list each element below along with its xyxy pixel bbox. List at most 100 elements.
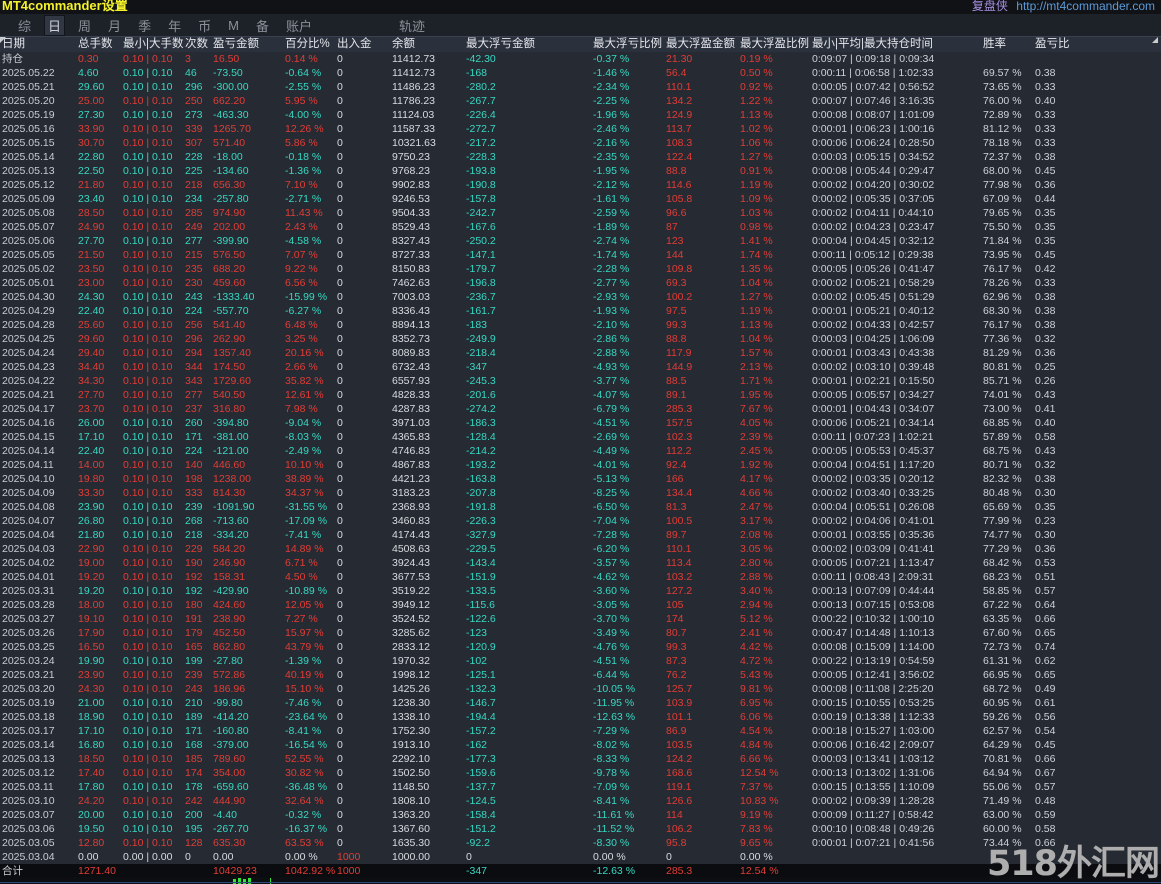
table-row[interactable]: 2025.03.2024.300.10 | 0.10243186.9615.10… (0, 682, 1161, 696)
table-row[interactable]: 2025.05.2025.000.10 | 0.10250662.205.95 … (0, 94, 1161, 108)
cell-14: 0.66 (1035, 752, 1161, 766)
table-row[interactable]: 2025.05.0923.400.10 | 0.10234-257.80-2.7… (0, 192, 1161, 206)
menu-item-account[interactable]: 账户 (282, 15, 316, 36)
table-row[interactable]: 2025.05.224.600.10 | 0.1046-73.50-0.64 %… (0, 66, 1161, 80)
table-row[interactable]: 2025.03.3119.200.10 | 0.10192-429.90-10.… (0, 584, 1161, 598)
column-header-13[interactable]: 胜率 (983, 37, 1035, 52)
table-row[interactable]: 2025.04.0322.900.10 | 0.10229584.2014.89… (0, 542, 1161, 556)
table-row[interactable]: 2025.05.0223.500.10 | 0.10235688.209.22 … (0, 262, 1161, 276)
cell-1: 17.10 (78, 430, 123, 444)
column-header-3[interactable]: 次数 (185, 37, 213, 52)
table-row[interactable]: 2025.03.1318.500.10 | 0.10185789.6052.55… (0, 752, 1161, 766)
table-row[interactable]: 2025.03.1717.100.10 | 0.10171-160.80-8.4… (0, 724, 1161, 738)
column-header-2[interactable]: 最小|大手数 (123, 37, 185, 52)
table-row[interactable]: 2025.04.0823.900.10 | 0.10239-1091.90-31… (0, 500, 1161, 514)
table-row[interactable]: 2025.03.0720.000.10 | 0.10200-4.40-0.32 … (0, 808, 1161, 822)
column-header-10[interactable]: 最大浮盈金额 (666, 37, 740, 52)
menu-item-summary[interactable]: 综 (14, 15, 35, 36)
column-header-5[interactable]: 百分比% (285, 37, 337, 52)
menu-item-yearly[interactable]: 年 (164, 15, 185, 36)
column-header-0[interactable]: 日期 (0, 37, 78, 52)
brand-url-link[interactable]: http://mt4commander.com (1016, 0, 1155, 13)
table-row[interactable]: 2025.05.1927.300.10 | 0.10273-463.30-4.0… (0, 108, 1161, 122)
table-row[interactable]: 2025.04.2429.400.10 | 0.102941357.4020.1… (0, 346, 1161, 360)
table-row[interactable]: 2025.04.1723.700.10 | 0.10237316.807.98 … (0, 402, 1161, 416)
table-row[interactable]: 2025.05.1633.900.10 | 0.103391265.7012.2… (0, 122, 1161, 136)
table-row[interactable]: 2025.04.2825.600.10 | 0.10256541.406.48 … (0, 318, 1161, 332)
table-row[interactable]: 2025.04.2127.700.10 | 0.10277540.5012.61… (0, 388, 1161, 402)
table-row[interactable]: 2025.03.0619.500.10 | 0.10195-267.70-16.… (0, 822, 1161, 836)
cell-12: 0:00:08 | 0:05:44 | 0:29:47 (812, 164, 983, 178)
table-row[interactable]: 2025.05.2129.600.10 | 0.10296-300.00-2.5… (0, 80, 1161, 94)
table-row[interactable]: 持仓0.300.10 | 0.10316.500.14 %011412.73-4… (0, 52, 1161, 66)
menu-item-quarterly[interactable]: 季 (134, 15, 155, 36)
cell-6: 0 (337, 192, 392, 206)
table-row[interactable]: 2025.03.1416.800.10 | 0.10168-379.00-16.… (0, 738, 1161, 752)
table-row[interactable]: 2025.04.2334.400.10 | 0.10344174.502.66 … (0, 360, 1161, 374)
table-row[interactable]: 2025.04.0726.800.10 | 0.10268-713.60-17.… (0, 514, 1161, 528)
cell-10: 86.9 (666, 724, 740, 738)
cell-13: 59.26 % (983, 710, 1035, 724)
table-row[interactable]: 2025.04.1019.800.10 | 0.101981238.0038.8… (0, 472, 1161, 486)
table-row[interactable]: 2025.04.2529.600.10 | 0.10296262.903.25 … (0, 332, 1161, 346)
table-row[interactable]: 2025.04.1517.100.10 | 0.10171-381.00-8.0… (0, 430, 1161, 444)
table-row[interactable]: 2025.04.2922.400.10 | 0.10224-557.70-6.2… (0, 304, 1161, 318)
table-row[interactable]: 2025.04.2234.300.10 | 0.103431729.6035.8… (0, 374, 1161, 388)
table-row[interactable]: 2025.03.2818.000.10 | 0.10180424.6012.05… (0, 598, 1161, 612)
column-header-7[interactable]: 余额 (392, 37, 466, 52)
menu-item-weekly[interactable]: 周 (74, 15, 95, 36)
menu-item-note[interactable]: 备 (252, 15, 273, 36)
menu-item-trajectory[interactable]: 轨迹 (395, 15, 429, 36)
table-row[interactable]: 2025.05.0627.700.10 | 0.10277-399.90-4.5… (0, 234, 1161, 248)
column-header-11[interactable]: 最大浮盈比例 (740, 37, 812, 52)
table-row[interactable]: 2025.04.0933.300.10 | 0.10333814.3034.37… (0, 486, 1161, 500)
table-row[interactable]: 2025.03.2516.500.10 | 0.10165862.8043.79… (0, 640, 1161, 654)
table-row[interactable]: 2025.03.2123.900.10 | 0.10239572.8640.19… (0, 668, 1161, 682)
column-header-14[interactable]: 盈亏比 (1035, 37, 1161, 52)
menu-item-daily[interactable]: 日 (44, 15, 65, 36)
cell-5: -10.89 % (285, 584, 337, 598)
table-row[interactable]: 2025.05.0724.900.10 | 0.10249202.002.43 … (0, 220, 1161, 234)
table-row[interactable]: 2025.05.0123.000.10 | 0.10230459.606.56 … (0, 276, 1161, 290)
cell-9: -12.63 % (593, 710, 666, 724)
table-row[interactable]: 2025.04.3024.300.10 | 0.10243-1333.40-15… (0, 290, 1161, 304)
cell-14: 0.45 (1035, 738, 1161, 752)
cell-5: 34.37 % (285, 486, 337, 500)
table-row[interactable]: 2025.04.1114.000.10 | 0.10140446.6010.10… (0, 458, 1161, 472)
column-header-4[interactable]: 盈亏金额 (213, 37, 285, 52)
table-row[interactable]: 2025.04.0219.000.10 | 0.10190246.906.71 … (0, 556, 1161, 570)
table-row[interactable]: 2025.05.1322.500.10 | 0.10225-134.60-1.3… (0, 164, 1161, 178)
table-row[interactable]: 2025.04.0119.200.10 | 0.10192158.314.50 … (0, 570, 1161, 584)
table-row[interactable]: 2025.05.1530.700.10 | 0.10307571.405.86 … (0, 136, 1161, 150)
table-row[interactable]: 2025.03.2419.900.10 | 0.10199-27.80-1.39… (0, 654, 1161, 668)
table-row[interactable]: 2025.03.1117.800.10 | 0.10178-659.60-36.… (0, 780, 1161, 794)
column-header-8[interactable]: 最大浮亏金额 (466, 37, 593, 52)
table-row[interactable]: 2025.05.1422.800.10 | 0.10228-18.00-0.18… (0, 150, 1161, 164)
table-row[interactable]: 2025.05.0828.500.10 | 0.10285974.9011.43… (0, 206, 1161, 220)
table-row[interactable]: 2025.03.1217.400.10 | 0.10174354.0030.82… (0, 766, 1161, 780)
cell-2: 0.10 | 0.10 (123, 640, 185, 654)
table-row[interactable]: 2025.03.2617.900.10 | 0.10179452.5015.97… (0, 626, 1161, 640)
cell-8: -102 (466, 654, 593, 668)
table-row[interactable]: 2025.05.1221.800.10 | 0.10218656.307.10 … (0, 178, 1161, 192)
cell-10: 127.2 (666, 584, 740, 598)
title-bar: MT4commander设置 复盘侠 http://mt4commander.c… (0, 0, 1161, 14)
menu-item-monthly[interactable]: 月 (104, 15, 125, 36)
table-row[interactable]: 2025.03.1024.200.10 | 0.10242444.9032.64… (0, 794, 1161, 808)
table-row[interactable]: 2025.05.0521.500.10 | 0.10215576.507.07 … (0, 248, 1161, 262)
menu-item-currency[interactable]: 币 (194, 15, 215, 36)
table-row[interactable]: 2025.04.0421.800.10 | 0.10218-334.20-7.4… (0, 528, 1161, 542)
column-header-1[interactable]: 总手数 (78, 37, 123, 52)
table-row[interactable]: 2025.04.1626.000.10 | 0.10260-394.80-9.0… (0, 416, 1161, 430)
column-header-9[interactable]: 最大浮亏比例 (593, 37, 666, 52)
column-header-12[interactable]: 最小|平均|最大持仓时间 (812, 37, 983, 52)
table-row[interactable]: 2025.04.1422.400.10 | 0.10224-121.00-2.4… (0, 444, 1161, 458)
menu-item-m[interactable]: M (224, 17, 243, 34)
cell-10: 76.2 (666, 668, 740, 682)
cell-7: 4287.83 (392, 402, 466, 416)
table-row[interactable]: 2025.03.1921.000.10 | 0.10210-99.80-7.46… (0, 696, 1161, 710)
column-header-6[interactable]: 出入金 (337, 37, 392, 52)
cell-0: 2025.04.10 (0, 472, 78, 486)
table-row[interactable]: 2025.03.1818.900.10 | 0.10189-414.20-23.… (0, 710, 1161, 724)
table-row[interactable]: 2025.03.2719.100.10 | 0.10191238.907.27 … (0, 612, 1161, 626)
